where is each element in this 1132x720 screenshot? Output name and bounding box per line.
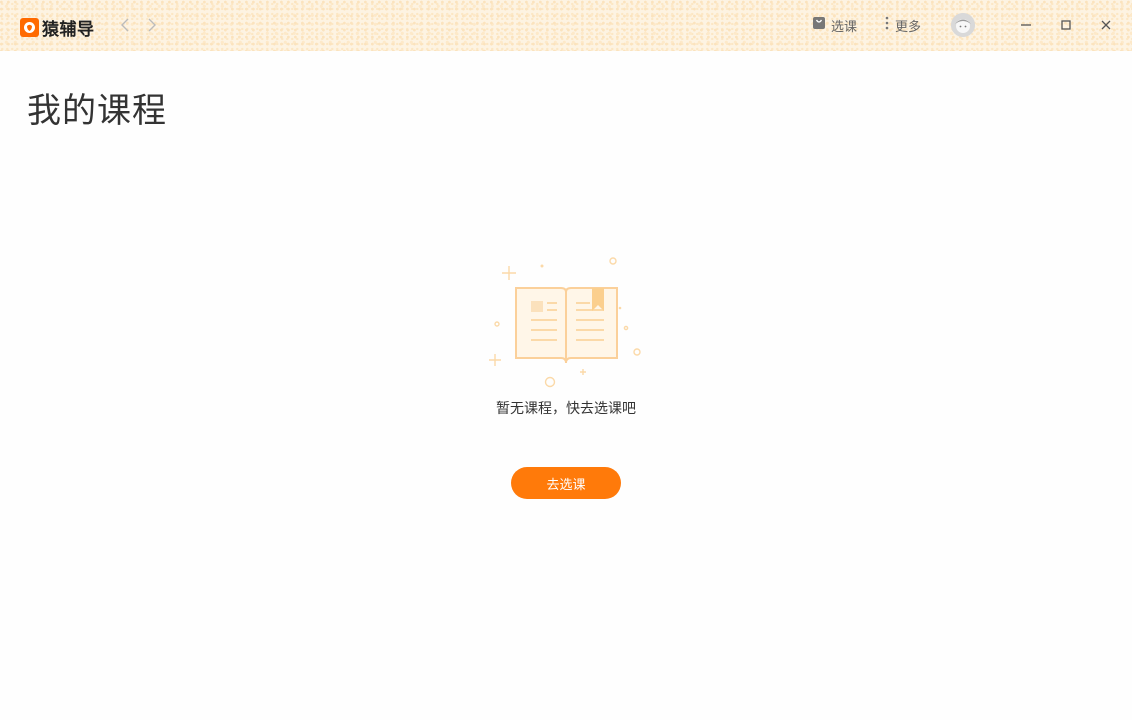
app-logo: 猿辅导 — [20, 15, 95, 40]
more-label: 更多 — [895, 19, 922, 35]
minimize-icon[interactable] — [1017, 16, 1035, 34]
shopping-bag-icon — [812, 16, 826, 34]
empty-book-illustration — [488, 254, 644, 390]
page-title: 我的课程 — [27, 91, 167, 131]
close-icon[interactable] — [1097, 16, 1115, 34]
app-name: 猿辅导 — [42, 20, 95, 40]
empty-message: 暂无课程，快去选课吧 — [496, 401, 636, 417]
app-logo-icon — [20, 18, 39, 37]
chevron-left-icon[interactable] — [118, 16, 132, 34]
select-course-label: 选课 — [831, 19, 858, 35]
maximize-icon[interactable] — [1057, 16, 1075, 34]
go-select-course-button[interactable]: 去选课 — [511, 467, 621, 499]
more-vertical-icon — [884, 16, 890, 34]
title-bar: 猿辅导 选课 更多 — [0, 0, 1132, 51]
select-course-button[interactable]: 选课 — [812, 15, 857, 35]
chevron-right-icon[interactable] — [145, 16, 159, 34]
more-button[interactable]: 更多 — [884, 15, 921, 35]
avatar[interactable] — [951, 13, 975, 37]
